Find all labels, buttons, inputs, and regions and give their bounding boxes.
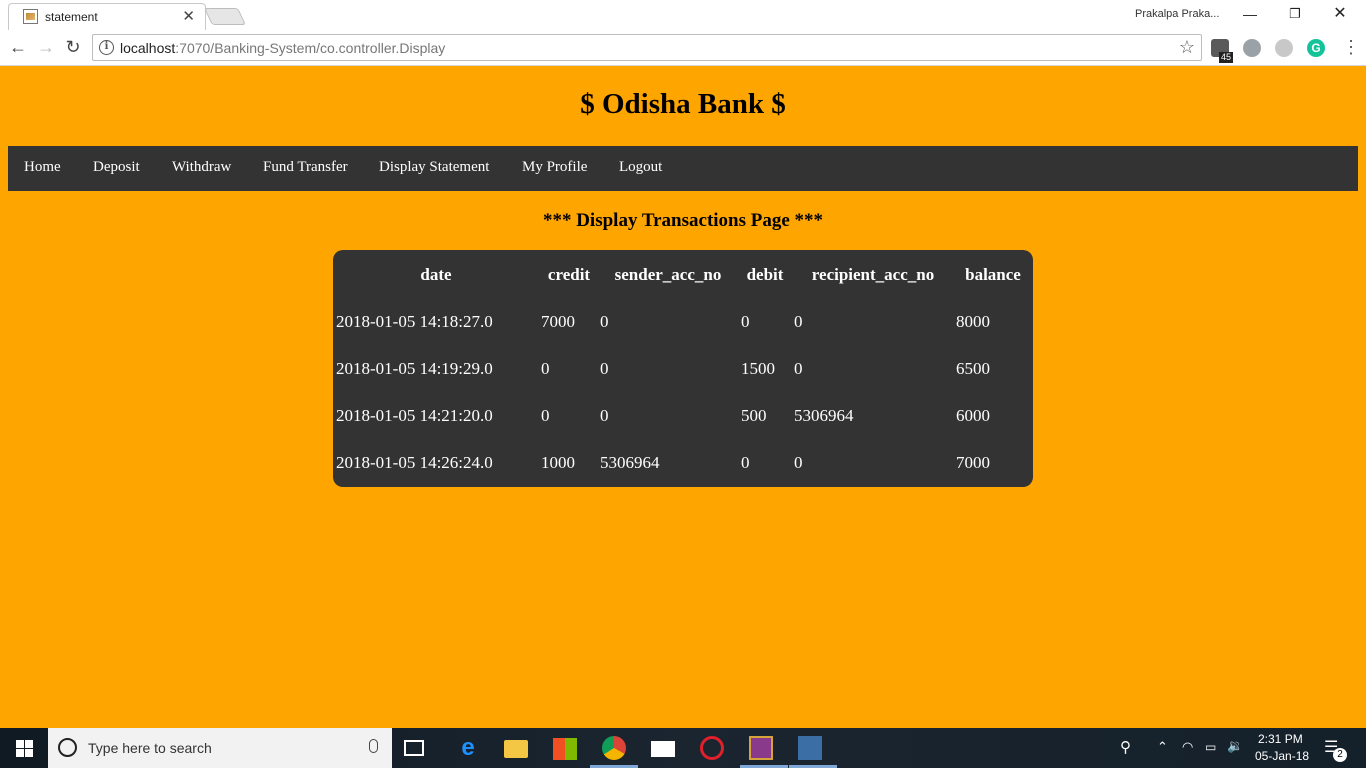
- restore-icon[interactable]: ❐: [1275, 4, 1315, 26]
- windows-start-icon[interactable]: [16, 740, 33, 757]
- cell-recipient-acc-no: 0: [794, 312, 803, 331]
- cell-balance: 7000: [956, 453, 990, 472]
- info-icon[interactable]: i: [99, 40, 114, 55]
- cell-credit: 0: [541, 359, 550, 378]
- cell-recipient-acc-no: 5306964: [794, 406, 854, 425]
- mysql-workbench-icon[interactable]: [798, 736, 822, 760]
- cell-debit: 500: [741, 406, 767, 425]
- cell-credit: 7000: [541, 312, 575, 331]
- nav-my-profile[interactable]: My Profile: [522, 159, 587, 176]
- address-bar[interactable]: i localhost:7070/Banking-System/co.contr…: [92, 34, 1202, 61]
- clock-time[interactable]: 2:31 PM: [1258, 732, 1303, 746]
- chrome-icon[interactable]: [602, 736, 626, 760]
- mail-icon[interactable]: [651, 741, 675, 757]
- column-header-date: date: [420, 265, 452, 284]
- browser-menu-icon[interactable]: ⋮: [1342, 36, 1360, 58]
- profile-name[interactable]: Prakalpa Praka...: [1135, 8, 1219, 20]
- page-heading: *** Display Transactions Page ***: [542, 210, 824, 231]
- browser-tab[interactable]: statement ✕: [8, 3, 206, 30]
- cell-date: 2018-01-05 14:21:20.0: [336, 406, 493, 425]
- cell-credit: 0: [541, 406, 550, 425]
- cortana-icon[interactable]: [58, 738, 77, 757]
- favicon-icon: [23, 9, 38, 24]
- cell-sender-acc-no: 5306964: [600, 453, 660, 472]
- tab-close-icon[interactable]: ✕: [182, 7, 195, 25]
- grammarly-icon[interactable]: G: [1307, 39, 1325, 57]
- site-title: $ Odisha Bank $: [580, 88, 786, 120]
- close-window-icon[interactable]: ✕: [1320, 4, 1360, 26]
- cell-debit: 0: [741, 312, 750, 331]
- search-placeholder: Type here to search: [88, 740, 212, 756]
- cell-recipient-acc-no: 0: [794, 453, 803, 472]
- column-header-balance: balance: [965, 265, 1021, 284]
- cell-date: 2018-01-05 14:19:29.0: [336, 359, 493, 378]
- reload-icon[interactable]: ↻: [62, 36, 84, 58]
- cell-balance: 6000: [956, 406, 990, 425]
- tray-chevron-icon[interactable]: ⌃: [1157, 739, 1168, 755]
- taskbar: Type here to search e ⚲ ⌃ ◠ ▭ 🔉 2:31 PM …: [0, 728, 1366, 768]
- notification-count-badge: 2: [1333, 748, 1347, 762]
- cell-sender-acc-no: 0: [600, 406, 609, 425]
- forward-icon[interactable]: →: [35, 36, 57, 58]
- extension-icon-2[interactable]: [1243, 39, 1261, 57]
- cell-debit: 1500: [741, 359, 775, 378]
- store-icon[interactable]: [553, 738, 577, 760]
- tab-strip: statement ✕ Prakalpa Praka... — ❐ ✕: [0, 0, 1366, 30]
- bookmark-star-icon[interactable]: ☆: [1179, 37, 1195, 58]
- cell-credit: 1000: [541, 453, 575, 472]
- extension-icon-3[interactable]: [1275, 39, 1293, 57]
- task-view-icon[interactable]: [404, 740, 424, 756]
- browser-toolbar: ← → ↻ i localhost:7070/Banking-System/co…: [0, 30, 1366, 66]
- cell-date: 2018-01-05 14:26:24.0: [336, 453, 493, 472]
- page-viewport: $ Odisha Bank $ Home Deposit Withdraw Fu…: [0, 66, 1366, 728]
- column-header-recipient-acc-no: recipient_acc_no: [811, 265, 935, 284]
- transactions-table: date credit sender_acc_no debit recipien…: [333, 250, 1033, 487]
- nav-display-statement[interactable]: Display Statement: [379, 159, 489, 176]
- microphone-icon[interactable]: [369, 739, 378, 753]
- cell-sender-acc-no: 0: [600, 312, 609, 331]
- main-navbar: Home Deposit Withdraw Fund Transfer Disp…: [8, 146, 1358, 191]
- edge-icon[interactable]: e: [456, 736, 480, 760]
- new-tab-button[interactable]: [204, 8, 246, 25]
- wifi-icon[interactable]: ◠: [1182, 739, 1193, 755]
- nav-home[interactable]: Home: [24, 159, 61, 176]
- file-explorer-icon[interactable]: [504, 740, 528, 758]
- people-icon[interactable]: ⚲: [1120, 738, 1131, 756]
- nav-deposit[interactable]: Deposit: [93, 159, 140, 176]
- cell-balance: 8000: [956, 312, 990, 331]
- nav-withdraw[interactable]: Withdraw: [172, 159, 231, 176]
- wamp-icon[interactable]: [749, 736, 773, 760]
- cell-debit: 0: [741, 453, 750, 472]
- column-header-sender-acc-no: sender_acc_no: [614, 265, 722, 284]
- nav-fund-transfer[interactable]: Fund Transfer: [263, 159, 348, 176]
- battery-icon[interactable]: ▭: [1205, 740, 1216, 754]
- clock-date[interactable]: 05-Jan-18: [1255, 749, 1309, 763]
- extension-badge: 45: [1219, 52, 1234, 63]
- cell-recipient-acc-no: 0: [794, 359, 803, 378]
- app-icon[interactable]: [700, 736, 724, 760]
- cell-sender-acc-no: 0: [600, 359, 609, 378]
- url-text[interactable]: localhost:7070/Banking-System/co.control…: [120, 40, 445, 56]
- tab-title: statement: [45, 10, 98, 24]
- back-icon[interactable]: ←: [7, 36, 29, 58]
- minimize-icon[interactable]: —: [1230, 4, 1270, 26]
- cell-date: 2018-01-05 14:18:27.0: [336, 312, 493, 331]
- volume-icon[interactable]: 🔉: [1227, 738, 1243, 754]
- taskbar-search-box[interactable]: Type here to search: [48, 728, 392, 768]
- cell-balance: 6500: [956, 359, 990, 378]
- column-header-credit: credit: [547, 265, 591, 284]
- column-header-debit: debit: [746, 265, 784, 284]
- nav-logout[interactable]: Logout: [619, 159, 662, 176]
